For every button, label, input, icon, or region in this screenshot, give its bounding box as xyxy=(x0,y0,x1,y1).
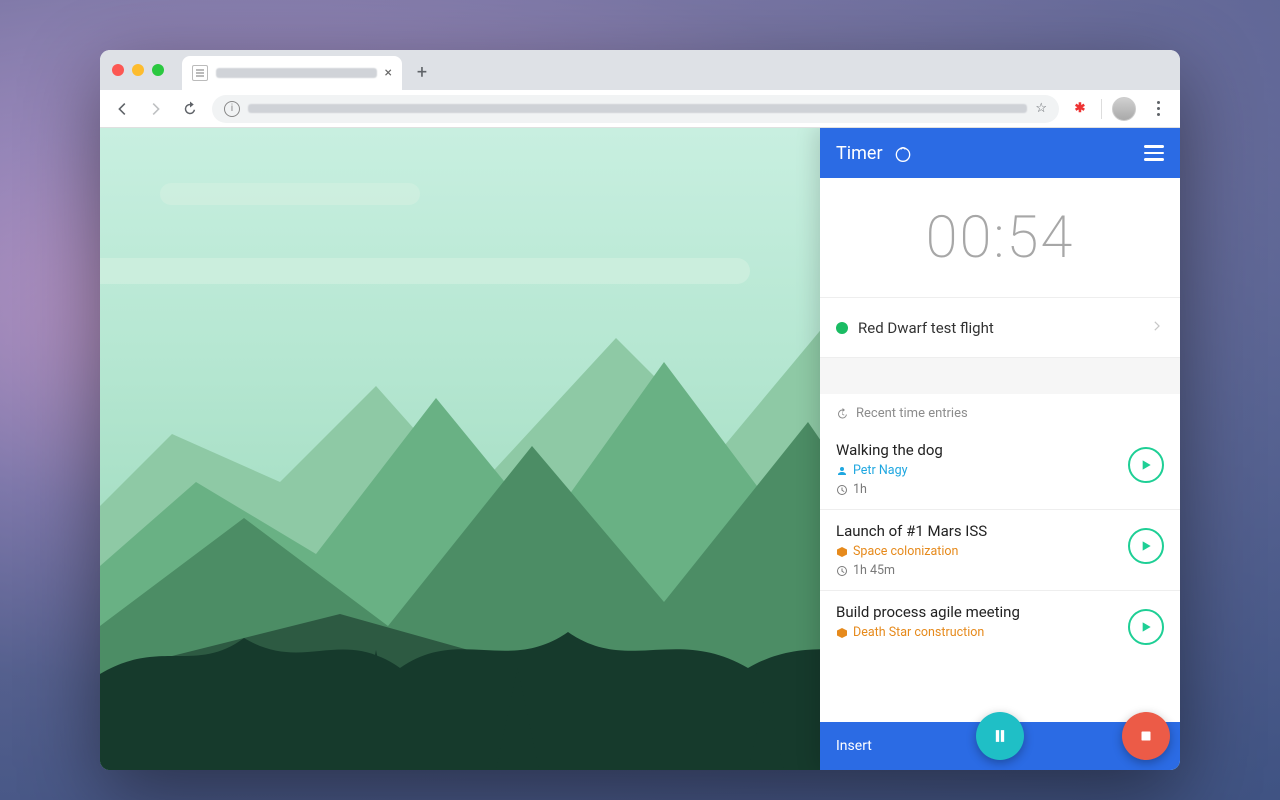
stop-button[interactable] xyxy=(1122,712,1170,760)
extension-icon[interactable]: ✱ xyxy=(1069,98,1091,120)
tab-title-blurred xyxy=(216,68,377,78)
panel-spacer xyxy=(820,358,1180,394)
clock-icon xyxy=(836,484,848,496)
entry-project: Death Star construction xyxy=(853,625,984,640)
address-bar[interactable]: i ☆ xyxy=(212,95,1059,123)
menu-button[interactable] xyxy=(1144,145,1164,161)
entry-duration: 1h xyxy=(853,482,867,497)
current-task-row[interactable]: Red Dwarf test flight xyxy=(820,298,1180,358)
entry-user: Petr Nagy xyxy=(853,463,908,478)
close-window-icon[interactable] xyxy=(112,64,124,76)
back-button[interactable] xyxy=(110,97,134,121)
maximize-window-icon[interactable] xyxy=(152,64,164,76)
site-info-icon[interactable]: i xyxy=(224,101,240,117)
status-dot-icon xyxy=(836,322,848,334)
play-button[interactable] xyxy=(1128,447,1164,483)
pause-button[interactable] xyxy=(976,712,1024,760)
browser-toolbar: i ☆ ✱ xyxy=(100,90,1180,128)
time-entry[interactable]: Launch of #1 Mars ISS Space colonization… xyxy=(820,509,1180,590)
forward-button[interactable] xyxy=(144,97,168,121)
panel-header: Timer xyxy=(820,128,1180,178)
clock-icon xyxy=(836,565,848,577)
user-icon xyxy=(836,465,848,477)
panel-title: Timer xyxy=(836,143,883,164)
play-button[interactable] xyxy=(1128,528,1164,564)
browser-tab[interactable]: × xyxy=(182,56,402,90)
minimize-window-icon[interactable] xyxy=(132,64,144,76)
time-entry[interactable]: Build process agile meeting Death Star c… xyxy=(820,590,1180,657)
reload-button[interactable] xyxy=(178,97,202,121)
url-blurred xyxy=(248,104,1027,113)
new-tab-button[interactable]: + xyxy=(408,58,436,86)
entry-duration: 1h 45m xyxy=(853,563,895,578)
browser-window: × + i ☆ ✱ xyxy=(100,50,1180,770)
box-icon xyxy=(836,627,848,639)
tomato-icon xyxy=(893,143,913,163)
bookmark-icon[interactable]: ☆ xyxy=(1035,101,1047,116)
recent-entries-label: Recent time entries xyxy=(856,406,968,421)
time-entry[interactable]: Walking the dog Petr Nagy 1h xyxy=(820,429,1180,509)
entry-title: Launch of #1 Mars ISS xyxy=(836,522,1118,540)
play-button[interactable] xyxy=(1128,609,1164,645)
window-controls xyxy=(112,50,182,90)
entry-title: Build process agile meeting xyxy=(836,603,1118,621)
browser-menu-button[interactable] xyxy=(1146,97,1170,121)
tab-strip: × + xyxy=(100,50,1180,90)
current-task-name: Red Dwarf test flight xyxy=(858,319,994,337)
history-icon xyxy=(836,408,848,420)
entry-title: Walking the dog xyxy=(836,441,1118,459)
timer-display: 00:54 xyxy=(820,178,1180,298)
panel-footer: Insert xyxy=(820,722,1180,770)
close-tab-icon[interactable]: × xyxy=(385,65,392,81)
profile-avatar[interactable] xyxy=(1112,97,1136,121)
timer-panel: Timer 00:54 Red Dwarf test flight Recent… xyxy=(820,128,1180,770)
entry-project: Space colonization xyxy=(853,544,958,559)
footer-insert-label[interactable]: Insert xyxy=(836,738,872,754)
file-icon xyxy=(192,65,208,81)
page-viewport: Timer 00:54 Red Dwarf test flight Recent… xyxy=(100,128,1180,770)
box-icon xyxy=(836,546,848,558)
recent-entries-heading: Recent time entries xyxy=(820,394,1180,429)
chevron-right-icon xyxy=(1150,318,1164,337)
toolbar-separator xyxy=(1101,99,1102,119)
